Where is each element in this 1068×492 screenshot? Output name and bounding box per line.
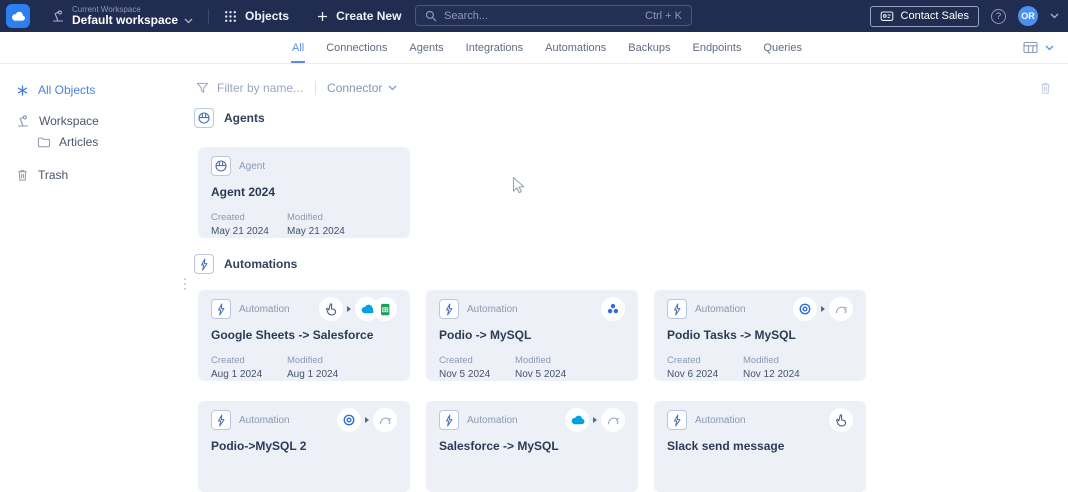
card-type-label: Agent	[239, 160, 266, 172]
search-icon	[425, 10, 437, 22]
agent-card[interactable]: Agent Agent 2024 Created May 21 2024 Mod…	[198, 147, 410, 238]
bolt-icon	[194, 254, 214, 274]
objects-button[interactable]: Objects	[224, 9, 289, 23]
sidebar-item-label: All Objects	[38, 83, 96, 97]
contact-sales-button[interactable]: Contact Sales	[869, 5, 979, 27]
sidebar-item-workspace[interactable]: Workspace	[0, 109, 186, 133]
agent-icon	[211, 156, 231, 176]
sidebar-item-label: Articles	[59, 135, 99, 149]
bolt-icon	[667, 410, 687, 430]
filter-funnel-icon	[196, 82, 209, 94]
manual-trigger-hand-icon	[319, 297, 343, 321]
tab-connections[interactable]: Connections	[325, 32, 388, 63]
automation-card[interactable]: Automation Podio -> MySQL Created Nov 5 …	[426, 290, 638, 381]
workspace-name: Default workspace	[72, 12, 179, 27]
filter-placeholder: Filter by name...	[217, 81, 304, 95]
bolt-icon	[667, 299, 687, 319]
tab-backups[interactable]: Backups	[627, 32, 671, 63]
apps-grid-icon	[224, 10, 237, 23]
automation-card[interactable]: Automation Podio Tasks -> MySQL Created …	[654, 290, 866, 381]
mysql-icon	[373, 408, 397, 432]
play-arrow-icon	[364, 416, 370, 424]
create-new-button[interactable]: Create New	[317, 9, 401, 23]
search-placeholder: Search...	[444, 9, 489, 22]
table-view-icon	[1023, 41, 1038, 54]
agents-card-grid: Agent Agent 2024 Created May 21 2024 Mod…	[198, 147, 410, 238]
create-new-label: Create New	[336, 9, 402, 23]
podio-icon	[337, 408, 361, 432]
automation-card[interactable]: Automation Salesforce -> MySQL	[426, 401, 638, 492]
view-switcher[interactable]	[1023, 41, 1054, 54]
workspace-lamp-icon	[16, 114, 30, 128]
search-shortcut: Ctrl + K	[645, 9, 682, 22]
tab-queries[interactable]: Queries	[762, 32, 803, 63]
objects-label: Objects	[245, 9, 290, 23]
app-logo[interactable]	[6, 4, 30, 28]
agents-section-header: Agents	[194, 108, 265, 128]
bolt-icon	[439, 299, 459, 319]
plus-icon	[317, 11, 328, 22]
section-title: Agents	[224, 111, 265, 125]
automation-card[interactable]: Automation Google Sheets -> Salesforce C…	[198, 290, 410, 381]
contact-sales-icon	[880, 10, 894, 23]
tab-endpoints[interactable]: Endpoints	[691, 32, 742, 63]
folder-icon	[37, 136, 50, 148]
mysql-icon	[601, 408, 625, 432]
card-meta: Created May 21 2024 Modified May 21 2024	[211, 212, 345, 237]
connector-filter-dropdown[interactable]: Connector	[327, 81, 397, 95]
automation-card[interactable]: Automation Podio->MySQL 2	[198, 401, 410, 492]
sidebar-item-label: Workspace	[39, 114, 99, 128]
sidebar-item-trash[interactable]: Trash	[0, 163, 186, 187]
play-arrow-icon	[592, 416, 598, 424]
cloud-logo-icon	[9, 8, 27, 24]
salesforce-icon	[565, 408, 589, 432]
manual-trigger-hand-icon	[829, 408, 853, 432]
agent-icon	[194, 108, 214, 128]
bolt-icon	[439, 410, 459, 430]
automations-card-grid: Automation Google Sheets -> Salesforce C…	[198, 290, 866, 492]
workspace-switch-icon	[51, 9, 65, 23]
object-type-tabs: All Connections Agents Integrations Auto…	[0, 32, 1068, 64]
filter-row: Filter by name... Connector	[196, 80, 1052, 96]
sidebar-item-label: Trash	[38, 168, 69, 182]
podio-icon	[601, 297, 625, 321]
filter-divider	[315, 81, 317, 95]
topbar-divider	[208, 8, 210, 24]
card-title: Agent 2024	[211, 185, 276, 199]
bolt-icon	[211, 299, 231, 319]
play-arrow-icon	[346, 305, 352, 313]
sidebar: All Objects Workspace Articles Trash	[0, 64, 186, 463]
automations-section-header: Automations	[194, 254, 297, 274]
play-arrow-icon	[820, 305, 826, 313]
avatar[interactable]: OR	[1018, 6, 1038, 26]
chevron-down-icon	[184, 18, 193, 24]
automation-card[interactable]: Automation Slack send message	[654, 401, 866, 492]
podio-icon	[793, 297, 817, 321]
tab-automations[interactable]: Automations	[544, 32, 607, 63]
search-input[interactable]: Search... Ctrl + K	[415, 5, 692, 26]
main-content: Filter by name... Connector Agents Agent…	[186, 64, 1068, 492]
topbar: Current Workspace Default workspace Obje…	[0, 0, 1068, 32]
topbar-right: Contact Sales ? OR	[869, 0, 1059, 32]
bolt-icon	[211, 410, 231, 430]
chevron-down-icon[interactable]	[1050, 13, 1059, 19]
delete-objects-button[interactable]	[1039, 81, 1052, 95]
filter-by-name-input[interactable]: Filter by name...	[196, 81, 303, 95]
tab-all[interactable]: All	[291, 32, 306, 63]
mysql-icon	[829, 297, 853, 321]
tab-integrations[interactable]: Integrations	[465, 32, 524, 63]
contact-sales-label: Contact Sales	[900, 10, 969, 22]
tab-agents[interactable]: Agents	[408, 32, 444, 63]
trash-icon	[16, 168, 29, 182]
section-title: Automations	[224, 257, 298, 271]
help-icon[interactable]: ?	[991, 8, 1006, 24]
connector-label: Connector	[327, 81, 383, 95]
sidebar-item-all-objects[interactable]: All Objects	[0, 78, 186, 102]
google-sheets-icon	[373, 297, 397, 321]
chevron-down-icon	[1045, 45, 1054, 51]
sidebar-item-articles[interactable]: Articles	[0, 133, 186, 151]
chevron-down-icon	[388, 85, 397, 91]
workspace-switcher[interactable]: Current Workspace Default workspace	[51, 5, 193, 28]
asterisk-icon	[16, 84, 29, 97]
